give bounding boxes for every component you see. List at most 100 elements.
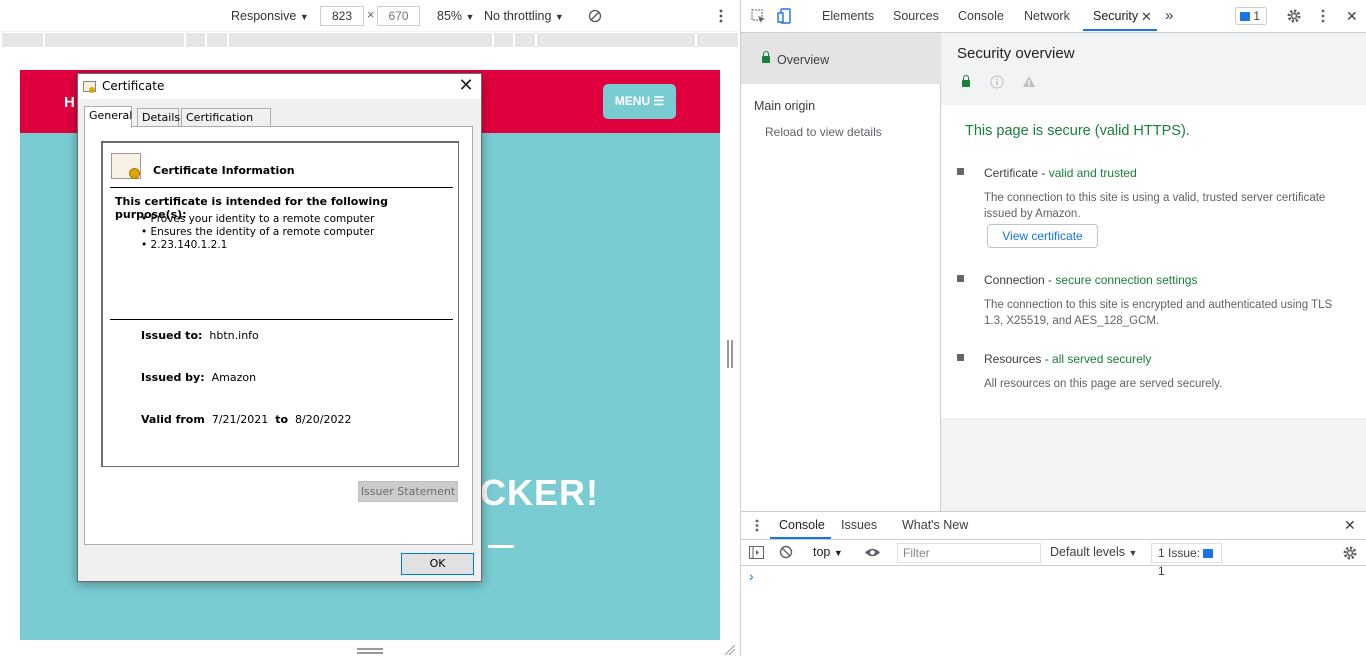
- item-status: valid and trusted: [1048, 166, 1137, 180]
- more-options-icon[interactable]: [1320, 9, 1326, 23]
- width-input[interactable]: 823: [320, 6, 364, 26]
- hero-divider: [488, 545, 514, 548]
- purpose-text: 2.23.140.1.2.1: [150, 239, 228, 251]
- issues-count: 1: [1253, 9, 1261, 23]
- clear-console-icon[interactable]: [779, 545, 793, 559]
- certificate-dialog: Certificate ✕ General Details Certificat…: [77, 73, 482, 582]
- dialog-titlebar[interactable]: Certificate ✕: [78, 74, 481, 99]
- certificate-heading: Certificate - valid and trusted: [984, 166, 1137, 180]
- bullet-glyph: •: [141, 213, 148, 225]
- rotate-icon[interactable]: [588, 9, 602, 23]
- device-select[interactable]: Responsive ▼: [231, 9, 309, 23]
- resources-description: All resources on this page are served se…: [984, 378, 1223, 390]
- more-tabs-icon[interactable]: »: [1165, 7, 1173, 24]
- tab-general[interactable]: General: [84, 106, 132, 128]
- resize-corner-icon[interactable]: [724, 644, 736, 656]
- console-settings-icon[interactable]: [1342, 545, 1358, 561]
- more-options-icon[interactable]: [718, 9, 724, 23]
- item-label: Resources: [984, 352, 1042, 366]
- eye-icon[interactable]: [864, 547, 881, 558]
- purpose-text: Ensures the identity of a remote compute…: [150, 226, 375, 238]
- site-logo-text: H: [64, 94, 75, 111]
- drawer-tab-whats-new[interactable]: What's New: [902, 518, 968, 532]
- sidebar-toggle-icon[interactable]: [749, 546, 764, 559]
- issued-to-value: hbtn.info: [209, 329, 259, 342]
- context-label: top: [813, 545, 831, 559]
- close-drawer-icon[interactable]: ✕: [1344, 517, 1356, 534]
- height-input[interactable]: 670: [377, 6, 420, 26]
- resize-handle-bottom[interactable]: [357, 648, 383, 654]
- divider: [110, 319, 453, 320]
- valid-from-label: Valid from: [141, 413, 205, 426]
- drawer-tabbar: Console Issues What's New ✕: [741, 512, 1366, 540]
- bullet-glyph: •: [141, 239, 148, 251]
- purpose-list: • Proves your identity to a remote compu…: [141, 213, 374, 252]
- item-status: secure connection settings: [1055, 273, 1198, 287]
- context-select[interactable]: top ▼: [813, 545, 843, 559]
- drawer-tab-issues[interactable]: Issues: [841, 518, 877, 532]
- menu-button[interactable]: MENU ☰: [603, 84, 676, 119]
- separator: -: [1038, 166, 1049, 180]
- tab-console[interactable]: Console: [958, 9, 1004, 23]
- separator: -: [1044, 273, 1056, 287]
- resize-handle-right[interactable]: [727, 340, 733, 368]
- device-toggle-icon[interactable]: [777, 8, 792, 24]
- issues-badge[interactable]: 1: [1235, 7, 1267, 25]
- throttling-label: No throttling: [484, 9, 552, 23]
- certificate-description: The connection to this site is using a v…: [984, 192, 1326, 220]
- connection-heading: Connection - secure connection settings: [984, 273, 1197, 287]
- selected-tab-indicator: [770, 537, 831, 539]
- selected-tab-indicator: [1083, 29, 1157, 31]
- security-sidebar: Overview Main origin Reload to view deta…: [741, 33, 941, 511]
- item-status: all served securely: [1052, 352, 1152, 366]
- tab-details[interactable]: Details: [137, 108, 180, 127]
- main-origin-heading: Main origin: [754, 99, 816, 113]
- ok-button[interactable]: OK: [401, 553, 474, 575]
- bullet-icon: [957, 275, 964, 282]
- chevron-down-icon: ▼: [554, 12, 564, 22]
- tab-elements[interactable]: Elements: [822, 9, 874, 23]
- message-icon: [1203, 549, 1214, 558]
- close-devtools-icon[interactable]: ✕: [1346, 8, 1358, 25]
- issues-counter-button[interactable]: 1 Issue: 1: [1151, 543, 1222, 578]
- lock-icon: [762, 51, 770, 63]
- log-levels-label: Default levels: [1050, 545, 1126, 559]
- close-tab-icon[interactable]: ✕: [1141, 9, 1152, 25]
- sidebar-item-overview[interactable]: Overview: [741, 33, 941, 84]
- issuer-statement-button[interactable]: Issuer Statement: [358, 481, 458, 502]
- tab-security[interactable]: Security: [1093, 9, 1138, 23]
- certificate-info-box: Certificate Information This certificate…: [101, 141, 459, 467]
- resources-heading: Resources - all served securely: [984, 352, 1151, 366]
- list-item: • Ensures the identity of a remote compu…: [141, 226, 374, 239]
- chevron-down-icon: ▼: [1128, 548, 1138, 558]
- info-icon: [990, 75, 1004, 89]
- log-levels-select[interactable]: Default levels ▼: [1050, 545, 1137, 559]
- close-icon[interactable]: ✕: [457, 77, 475, 95]
- throttling-select[interactable]: No throttling ▼: [484, 9, 564, 23]
- sidebar-item-label: Overview: [777, 53, 830, 67]
- tab-certification-path[interactable]: Certification Path: [181, 108, 271, 141]
- device-label: Responsive: [231, 9, 297, 23]
- gear-icon[interactable]: [1286, 8, 1302, 24]
- media-query-ruler[interactable]: [2, 33, 738, 47]
- filter-input[interactable]: Filter: [897, 543, 1041, 563]
- chevron-down-icon: ▼: [299, 12, 309, 22]
- issued-by-value: Amazon: [211, 371, 257, 384]
- inspect-element-icon[interactable]: [751, 9, 766, 24]
- tab-sources[interactable]: Sources: [893, 9, 939, 23]
- item-label: Connection: [984, 273, 1045, 287]
- view-certificate-button[interactable]: View certificate: [987, 224, 1098, 248]
- valid-to-label: to: [275, 413, 289, 426]
- tab-network[interactable]: Network: [1024, 9, 1070, 23]
- dialog-title: Certificate: [102, 79, 165, 93]
- device-toolbar: Responsive ▼ 823 × 670 85% ▼ No throttli…: [0, 0, 740, 32]
- drawer-tab-console[interactable]: Console: [779, 518, 825, 532]
- overview-header: Security overview: [941, 33, 1366, 105]
- page-title: Security overview: [957, 45, 1075, 62]
- issued-to-row: Issued to: hbtn.info: [141, 329, 259, 342]
- zoom-select[interactable]: 85% ▼: [437, 9, 474, 23]
- bullet-icon: [957, 168, 964, 175]
- drawer-menu-icon[interactable]: [755, 519, 759, 532]
- hero-heading: CKER!: [480, 472, 599, 513]
- console-prompt[interactable]: ›: [749, 568, 754, 584]
